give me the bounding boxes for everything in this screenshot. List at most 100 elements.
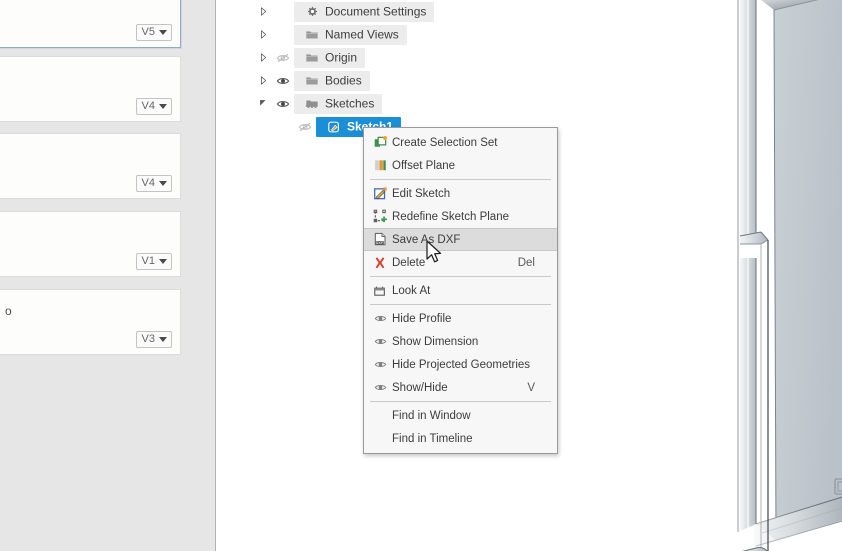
version-label: V4 bbox=[141, 100, 155, 112]
folder-icon bbox=[301, 51, 323, 65]
eye-icon bbox=[368, 358, 392, 371]
version-label: V5 bbox=[141, 26, 155, 38]
data-panel: V5 V4 V4 V1 o V3 bbox=[0, 0, 216, 551]
menu-item-find-in-timeline[interactable]: Find in Timeline bbox=[364, 427, 557, 450]
tree-row-origin[interactable]: Origin bbox=[255, 46, 420, 69]
delete-icon bbox=[368, 256, 392, 270]
tree-row-document-settings[interactable]: Document Settings bbox=[255, 0, 435, 23]
chevron-down-icon bbox=[159, 181, 167, 186]
data-card[interactable]: o V3 bbox=[0, 289, 181, 355]
tree-row-bodies[interactable]: Bodies bbox=[255, 69, 420, 92]
menu-item-label: Redefine Sketch Plane bbox=[392, 210, 509, 223]
edit-sketch-icon bbox=[368, 186, 392, 201]
menu-item-redefine-sketch-plane[interactable]: Redefine Sketch Plane bbox=[364, 205, 557, 228]
tree-row-label: Origin bbox=[294, 47, 366, 68]
menu-item-offset-plane[interactable]: Offset Plane bbox=[364, 154, 557, 177]
menu-item-label: Offset Plane bbox=[392, 159, 456, 172]
eye-icon bbox=[368, 335, 392, 348]
menu-item-label: Edit Sketch bbox=[392, 187, 451, 200]
menu-item-label: Look At bbox=[392, 284, 431, 297]
expander-collapsed-icon[interactable] bbox=[255, 52, 272, 63]
sketch-context-menu[interactable]: Create Selection Set Offset Plane Edit Ske… bbox=[363, 127, 558, 454]
menu-item-delete[interactable]: Delete Del bbox=[364, 251, 557, 274]
redefine-plane-icon bbox=[368, 209, 392, 224]
version-dropdown[interactable]: V4 bbox=[135, 98, 172, 115]
data-card[interactable]: V4 bbox=[0, 133, 181, 199]
menu-item-hide-profile[interactable]: Hide Profile bbox=[364, 307, 557, 330]
chevron-down-icon bbox=[159, 30, 167, 35]
expander-expanded-icon[interactable] bbox=[255, 98, 272, 109]
menu-item-hide-projected-geometries[interactable]: Hide Projected Geometries bbox=[364, 353, 557, 376]
tree-row-label: Document Settings bbox=[294, 1, 435, 22]
svg-text:DXF: DXF bbox=[375, 241, 383, 245]
menu-item-label: Delete bbox=[392, 256, 426, 269]
menu-item-label: Find in Window bbox=[392, 409, 471, 422]
folder-icon bbox=[301, 74, 323, 88]
expander-collapsed-icon[interactable] bbox=[255, 75, 272, 86]
menu-item-create-selection-set[interactable]: Create Selection Set bbox=[364, 131, 557, 154]
browser-tree[interactable]: Document Settings Named Views Origin Bodies… bbox=[255, 0, 435, 138]
chevron-down-icon bbox=[159, 337, 167, 342]
tree-row-label: Named Views bbox=[294, 24, 407, 45]
tree-label-text: Document Settings bbox=[325, 3, 427, 18]
menu-item-save-as-dxf[interactable]: DXF Save As DXF bbox=[364, 228, 557, 251]
tree-row-sketches[interactable]: Sketches bbox=[255, 92, 420, 115]
data-card[interactable]: V1 bbox=[0, 211, 181, 277]
menu-item-label: Show Dimension bbox=[392, 335, 479, 348]
tree-label-text: Origin bbox=[325, 49, 358, 64]
tree-row-label: Bodies bbox=[294, 70, 370, 91]
offset-plane-icon bbox=[368, 158, 392, 173]
version-dropdown[interactable]: V3 bbox=[135, 331, 172, 348]
tree-label-text: Bodies bbox=[325, 72, 362, 87]
sketch-icon bbox=[323, 120, 345, 134]
data-card-label: o bbox=[5, 304, 12, 318]
eye-hidden-icon[interactable] bbox=[272, 51, 294, 65]
eye-visible-icon[interactable] bbox=[272, 74, 294, 88]
menu-item-label: Hide Projected Geometries bbox=[392, 358, 531, 371]
menu-item-show-dimension[interactable]: Show Dimension bbox=[364, 330, 557, 353]
panel-left-rail bbox=[737, 0, 757, 532]
eye-icon bbox=[368, 381, 392, 394]
tree-label-text: Sketches bbox=[325, 95, 375, 110]
expander-collapsed-icon[interactable] bbox=[255, 6, 272, 17]
version-dropdown[interactable]: V1 bbox=[135, 253, 172, 270]
menu-item-find-in-window[interactable]: Find in Window bbox=[364, 404, 557, 427]
menu-item-edit-sketch[interactable]: Edit Sketch bbox=[364, 182, 557, 205]
version-label: V1 bbox=[141, 255, 155, 267]
eye-visible-icon[interactable] bbox=[272, 97, 294, 111]
version-dropdown[interactable]: V4 bbox=[135, 175, 172, 192]
menu-item-label: Save As DXF bbox=[392, 233, 461, 246]
sketches-icon bbox=[301, 97, 323, 111]
menu-item-label: Hide Profile bbox=[392, 312, 452, 325]
menu-item-show-hide[interactable]: Show/Hide V bbox=[364, 376, 557, 399]
chevron-down-icon bbox=[159, 259, 167, 264]
tree-row-named-views[interactable]: Named Views bbox=[255, 23, 420, 46]
menu-item-look-at[interactable]: Look At bbox=[364, 279, 557, 302]
menu-separator bbox=[370, 304, 551, 305]
panel-main-face bbox=[761, 0, 842, 541]
menu-separator bbox=[370, 276, 551, 277]
data-card[interactable]: V4 bbox=[0, 56, 181, 122]
version-label: V3 bbox=[141, 333, 155, 345]
menu-item-label: Create Selection Set bbox=[392, 136, 498, 149]
look-at-icon bbox=[368, 284, 392, 298]
data-card[interactable]: V5 bbox=[0, 0, 181, 48]
eye-icon bbox=[368, 312, 392, 325]
version-label: V4 bbox=[141, 177, 155, 189]
tree-row-label: Sketches bbox=[294, 93, 383, 114]
gear-icon bbox=[301, 5, 323, 19]
folder-icon bbox=[301, 28, 323, 42]
expander-collapsed-icon[interactable] bbox=[255, 29, 272, 40]
menu-separator bbox=[370, 401, 551, 402]
dxf-icon: DXF bbox=[368, 232, 392, 247]
menu-item-label: Find in Timeline bbox=[392, 432, 473, 445]
selection-set-icon bbox=[368, 135, 392, 150]
eye-hidden-icon[interactable] bbox=[294, 120, 316, 134]
menu-item-label: Show/Hide bbox=[392, 381, 448, 394]
menu-separator bbox=[370, 179, 551, 180]
menu-item-shortcut: Del bbox=[517, 256, 535, 269]
menu-item-shortcut: V bbox=[527, 381, 535, 394]
version-dropdown[interactable]: V5 bbox=[135, 24, 172, 41]
chevron-down-icon bbox=[159, 104, 167, 109]
tree-label-text: Named Views bbox=[325, 26, 399, 41]
